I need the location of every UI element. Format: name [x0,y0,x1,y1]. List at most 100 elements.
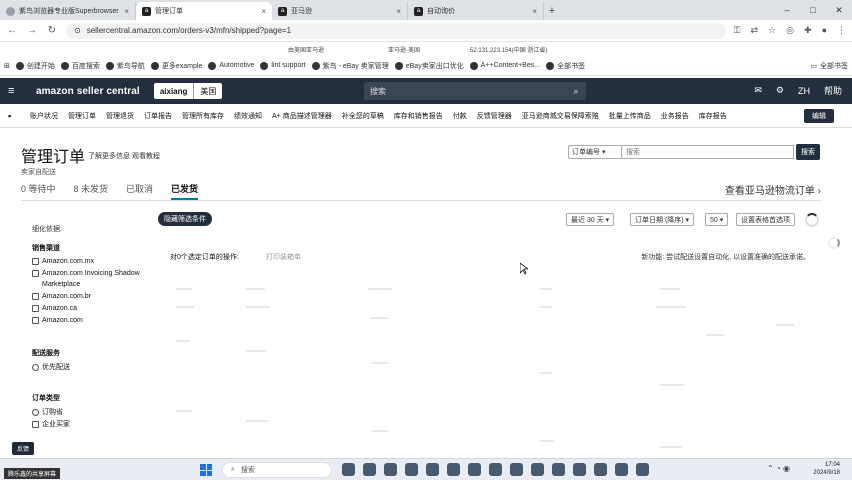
app-icon[interactable] [468,463,481,476]
browser-tab[interactable]: a 自动询价 × [408,2,544,20]
browser-tab[interactable]: a 亚马逊 × [272,2,408,20]
app-icon[interactable] [447,463,460,476]
minimize-icon[interactable]: – [774,0,800,20]
checkbox[interactable] [32,258,39,265]
key-icon[interactable]: ⚿ [734,25,741,36]
filter-option[interactable]: 订购省 [32,407,70,418]
browser-tab[interactable]: 紫鸟浏览器专业版Superbrowser × [0,2,136,20]
filter-option[interactable]: 优先配送 [32,362,70,373]
globe-icon[interactable]: ◎ [786,25,794,36]
per-page-select[interactable]: 50 ▾ [705,213,729,226]
checkbox[interactable] [32,270,39,277]
clock[interactable]: 17:04 2024/9/18 [813,461,840,477]
filter-option[interactable]: Amazon.com.br [32,291,142,302]
close-icon[interactable]: × [396,7,401,16]
maximize-icon[interactable]: □ [800,0,826,20]
automation-promo[interactable]: 新功能: 尝试配送设置自动化, 以设置准确的配送承诺。 [641,252,810,262]
new-tab-button[interactable]: + [544,2,560,20]
bookmark-item[interactable]: 紫鸟导航 [105,61,145,71]
close-icon[interactable]: × [532,7,537,16]
edit-nav-button[interactable]: 编辑 [804,109,834,123]
order-search-type-select[interactable]: 订单编号 ▾ [568,145,622,159]
nav-item-manage-inventory[interactable]: 管理所有库存 [182,111,224,121]
bookmark-item[interactable]: eBay卖家出口优化 [394,61,464,71]
nav-item-inventory-sales[interactable]: 库存和销售报告 [394,111,443,121]
bookmark-item[interactable]: 全部书签 [546,61,585,71]
feedback-button[interactable]: 反馈 [12,442,35,455]
bookmark-item[interactable]: lint support [260,61,306,70]
tab-unshipped[interactable]: 8 未发货 [74,182,109,200]
nav-item-manage-orders[interactable]: 管理订单 [68,111,96,121]
order-search-button[interactable]: 搜索 [796,144,820,160]
app-icon[interactable] [573,463,586,476]
app-icon[interactable] [363,463,376,476]
nav-item-performance[interactable]: 绩效通知 [234,111,262,121]
table-settings-button[interactable]: 设置表格首选项 [736,213,795,226]
mail-icon[interactable]: ✉ [754,85,762,96]
filter-option[interactable]: 企业买家 [32,419,70,430]
bookmark-item[interactable]: 创建开始 [15,61,55,71]
app-icon[interactable] [615,463,628,476]
bookmark-item[interactable]: 紫鸟 - eBay 卖家管理 [311,61,389,71]
translate-icon[interactable]: ⇄ [751,25,759,36]
nav-item-manage-returns[interactable]: 管理退货 [106,111,134,121]
nav-item-bulk-upload[interactable]: 批量上传商品 [609,111,651,121]
bookmark-item[interactable]: A++Content+Bes... [469,61,540,70]
menu-dots-icon[interactable]: ⋮ [837,25,846,36]
back-icon[interactable]: ← [6,25,18,36]
windows-start-icon[interactable] [200,464,212,476]
filter-option[interactable]: Amazon.com.mx [32,256,142,267]
nav-item-business-reports[interactable]: 业务报告 [661,111,689,121]
app-icon[interactable] [531,463,544,476]
account-switcher[interactable]: aixiang 美国 [153,83,223,99]
app-icon[interactable] [405,463,418,476]
fba-orders-link[interactable]: 查看亚马逊物流订单 › [725,182,821,197]
tab-shipped[interactable]: 已发货 [171,182,199,200]
apps-icon[interactable]: ⊞ [4,62,10,70]
gear-icon[interactable]: ⚙ [776,85,784,96]
close-window-icon[interactable]: ✕ [826,0,852,20]
bookmark-item[interactable]: 百度搜索 [60,61,100,71]
app-icon[interactable] [384,463,397,476]
search-icon[interactable]: ⌕ [566,86,586,97]
nav-item-aplus[interactable]: A+ 商品描述管理器 [272,111,332,121]
taskbar-search[interactable]: ⌕ 搜索 [222,462,332,478]
reload-icon[interactable]: ↻ [46,25,58,36]
app-icon[interactable] [552,463,565,476]
filter-option[interactable]: Amazon.com Invoicing Shadow Marketplace [32,268,142,290]
star-icon[interactable]: ☆ [768,25,776,36]
checkbox[interactable] [32,421,39,428]
seller-central-logo[interactable]: amazon seller central [36,86,140,97]
nav-item-atoz-claims[interactable]: 亚马逊商城交易保障索赔 [522,111,599,121]
seller-search-input[interactable]: 搜索 ⌕ [364,82,586,100]
profile-icon[interactable]: ● [822,25,827,36]
app-icon[interactable] [489,463,502,476]
nav-item-order-reports[interactable]: 订单报告 [144,111,172,121]
radio[interactable] [32,409,39,416]
nav-item-payments[interactable]: 付款 [453,111,467,121]
tab-pending[interactable]: 0 等待中 [21,182,56,200]
extensions-icon[interactable]: ✚ [804,25,812,36]
hide-filters-button[interactable]: 隐藏筛选条件 [158,212,212,226]
radio[interactable] [32,364,39,371]
nav-item-inventory-reports[interactable]: 库存报告 [699,111,727,121]
bookmark-item[interactable]: 更多example [150,61,202,71]
browser-tab-active[interactable]: a 管理订单 × [136,2,272,20]
order-search-input[interactable]: 搜索 [622,145,794,159]
help-link[interactable]: 帮助 [824,84,842,97]
all-bookmarks[interactable]: ▭ 全部书签 [810,61,848,71]
system-tray-icons[interactable]: ⌃ ◔ ◉ [767,464,790,473]
app-icon[interactable] [426,463,439,476]
close-icon[interactable]: × [261,7,266,16]
nav-item-drafts[interactable]: 补全您的草稿 [342,111,384,121]
checkbox[interactable] [32,317,39,324]
site-info-icon[interactable]: ⊙ [74,26,81,35]
checkbox[interactable] [32,293,39,300]
checkbox[interactable] [32,305,39,312]
filter-option[interactable]: Amazon.com [32,315,142,326]
tab-cancelled[interactable]: 已取消 [126,182,153,200]
learn-more-links[interactable]: 了解更多信息 观看教程 [88,151,160,161]
nav-item-feedback[interactable]: 反馈管理器 [477,111,512,121]
sort-select[interactable]: 订单日期 (降序) ▾ [630,213,695,226]
app-icon[interactable] [636,463,649,476]
